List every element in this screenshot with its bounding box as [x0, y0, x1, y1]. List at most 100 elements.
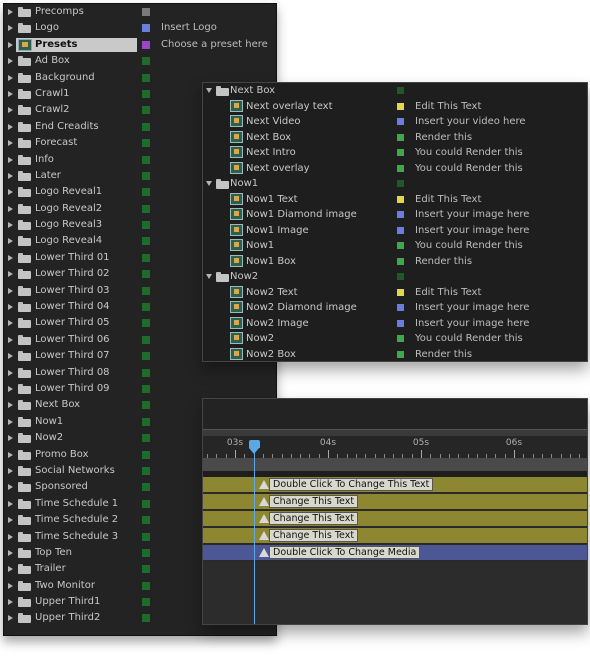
- project-item-name-cell[interactable]: Logo Reveal2: [16, 202, 137, 216]
- label-color-swatch[interactable]: [142, 188, 150, 197]
- expand-triangle-icon[interactable]: [8, 140, 13, 147]
- label-color-swatch[interactable]: [142, 581, 150, 590]
- label-color-swatch[interactable]: [142, 548, 150, 557]
- preset-layer[interactable]: Now1 Diamond image Insert your image here: [203, 207, 587, 223]
- playhead-icon[interactable]: [249, 440, 260, 454]
- preset-layer[interactable]: Now1 Image Insert your image here: [203, 223, 587, 239]
- expand-triangle-icon[interactable]: [8, 58, 13, 65]
- preset-folder[interactable]: Now2: [203, 269, 587, 285]
- project-item-name-cell[interactable]: Crawl1: [16, 87, 137, 101]
- project-item-name-cell[interactable]: Ad Box: [16, 54, 137, 68]
- layer-in-point-icon[interactable]: [259, 497, 269, 506]
- label-color-swatch[interactable]: [142, 221, 150, 230]
- project-item-name-cell[interactable]: Presets: [16, 37, 137, 52]
- layer-marker-label[interactable]: Double Click To Change This Text: [269, 478, 434, 491]
- collapse-triangle-icon[interactable]: [206, 274, 212, 279]
- project-item[interactable]: Ad Box: [4, 53, 276, 69]
- expand-triangle-icon[interactable]: [8, 205, 13, 212]
- label-color-swatch[interactable]: [142, 466, 150, 475]
- label-color-swatch[interactable]: [142, 303, 150, 312]
- label-color-swatch[interactable]: [142, 319, 150, 328]
- label-color-swatch[interactable]: [142, 368, 150, 377]
- label-color-swatch[interactable]: [142, 614, 150, 623]
- expand-triangle-icon[interactable]: [8, 549, 13, 556]
- label-color-swatch[interactable]: [142, 352, 150, 361]
- project-item-name-cell[interactable]: Two Monitor: [16, 579, 137, 593]
- label-color-swatch[interactable]: [142, 155, 150, 164]
- label-color-swatch[interactable]: [397, 273, 404, 280]
- label-color-swatch[interactable]: [397, 226, 404, 234]
- expand-triangle-icon[interactable]: [8, 287, 13, 294]
- project-item-name-cell[interactable]: Crawl2: [16, 103, 137, 117]
- project-item[interactable]: Presets Choose a preset here: [4, 37, 276, 53]
- expand-triangle-icon[interactable]: [8, 435, 13, 442]
- project-item-name-cell[interactable]: Background: [16, 71, 137, 85]
- project-item-name-cell[interactable]: Later: [16, 169, 137, 183]
- project-item-name-cell[interactable]: Upper Third2: [16, 611, 137, 625]
- label-color-swatch[interactable]: [142, 122, 150, 131]
- label-color-swatch[interactable]: [142, 171, 150, 180]
- label-color-swatch[interactable]: [397, 102, 404, 110]
- expand-triangle-icon[interactable]: [8, 41, 13, 48]
- project-item-name-cell[interactable]: Lower Third 06: [16, 333, 137, 347]
- expand-triangle-icon[interactable]: [8, 418, 13, 425]
- layer-bar[interactable]: Double Click To Change This Text: [203, 477, 587, 493]
- preset-folder[interactable]: Next Box: [203, 83, 587, 99]
- layer-bar[interactable]: Change This Text: [203, 511, 587, 527]
- layer-bar[interactable]: Change This Text: [203, 494, 587, 510]
- work-area-bar[interactable]: [203, 458, 587, 471]
- label-color-swatch[interactable]: [397, 304, 404, 311]
- layer-bar[interactable]: Double Click To Change Media: [203, 545, 587, 561]
- project-item-name-cell[interactable]: Lower Third 09: [16, 382, 137, 396]
- expand-triangle-icon[interactable]: [8, 484, 13, 491]
- preset-layer[interactable]: Next Video Insert your video here: [203, 114, 587, 130]
- label-color-swatch[interactable]: [142, 286, 150, 295]
- preset-layer[interactable]: Now1 You could Render this: [203, 238, 587, 254]
- label-color-swatch[interactable]: [397, 257, 404, 265]
- layer-marker-label[interactable]: Double Click To Change Media: [269, 546, 421, 559]
- project-item-name-cell[interactable]: Precomps: [16, 5, 137, 19]
- expand-triangle-icon[interactable]: [8, 500, 13, 507]
- expand-triangle-icon[interactable]: [8, 517, 13, 524]
- label-color-swatch[interactable]: [397, 242, 404, 249]
- timeline-navigator[interactable]: [203, 429, 587, 436]
- project-item-name-cell[interactable]: Lower Third 03: [16, 284, 137, 298]
- project-item-name-cell[interactable]: Next Box: [16, 398, 137, 412]
- expand-triangle-icon[interactable]: [8, 451, 13, 458]
- expand-triangle-icon[interactable]: [8, 304, 13, 311]
- project-item[interactable]: Precomps: [4, 4, 276, 20]
- label-color-swatch[interactable]: [397, 335, 404, 342]
- project-item-name-cell[interactable]: Sponsored: [16, 480, 137, 494]
- project-item-name-cell[interactable]: Lower Third 07: [16, 349, 137, 363]
- expand-triangle-icon[interactable]: [8, 320, 13, 327]
- project-item-name-cell[interactable]: Promo Box: [16, 448, 137, 462]
- project-item-name-cell[interactable]: Lower Third 04: [16, 300, 137, 314]
- preset-layer[interactable]: Now2 Diamond image Insert your image here: [203, 300, 587, 316]
- layer-in-point-icon[interactable]: [259, 514, 269, 523]
- project-item-name-cell[interactable]: Time Schedule 3: [16, 530, 137, 544]
- expand-triangle-icon[interactable]: [8, 615, 13, 622]
- preset-layer[interactable]: Now2 You could Render this: [203, 331, 587, 347]
- expand-triangle-icon[interactable]: [8, 156, 13, 163]
- expand-triangle-icon[interactable]: [8, 107, 13, 114]
- collapse-triangle-icon[interactable]: [206, 88, 212, 93]
- expand-triangle-icon[interactable]: [8, 533, 13, 540]
- label-color-swatch[interactable]: [142, 270, 150, 279]
- expand-triangle-icon[interactable]: [8, 238, 13, 245]
- expand-triangle-icon[interactable]: [8, 90, 13, 97]
- project-item-name-cell[interactable]: Lower Third 01: [16, 251, 137, 265]
- expand-triangle-icon[interactable]: [8, 336, 13, 343]
- expand-triangle-icon[interactable]: [8, 467, 13, 474]
- project-item-name-cell[interactable]: Time Schedule 2: [16, 513, 137, 527]
- label-color-swatch[interactable]: [142, 8, 150, 16]
- expand-triangle-icon[interactable]: [8, 25, 13, 32]
- layer-marker-label[interactable]: Change This Text: [269, 529, 359, 542]
- expand-triangle-icon[interactable]: [8, 9, 13, 15]
- label-color-swatch[interactable]: [142, 499, 150, 508]
- project-item-name-cell[interactable]: Logo Reveal1: [16, 185, 137, 199]
- expand-triangle-icon[interactable]: [8, 369, 13, 376]
- project-item-name-cell[interactable]: Info: [16, 153, 137, 167]
- label-color-swatch[interactable]: [142, 237, 150, 246]
- label-color-swatch[interactable]: [397, 195, 404, 203]
- project-item-name-cell[interactable]: Upper Third1: [16, 595, 137, 609]
